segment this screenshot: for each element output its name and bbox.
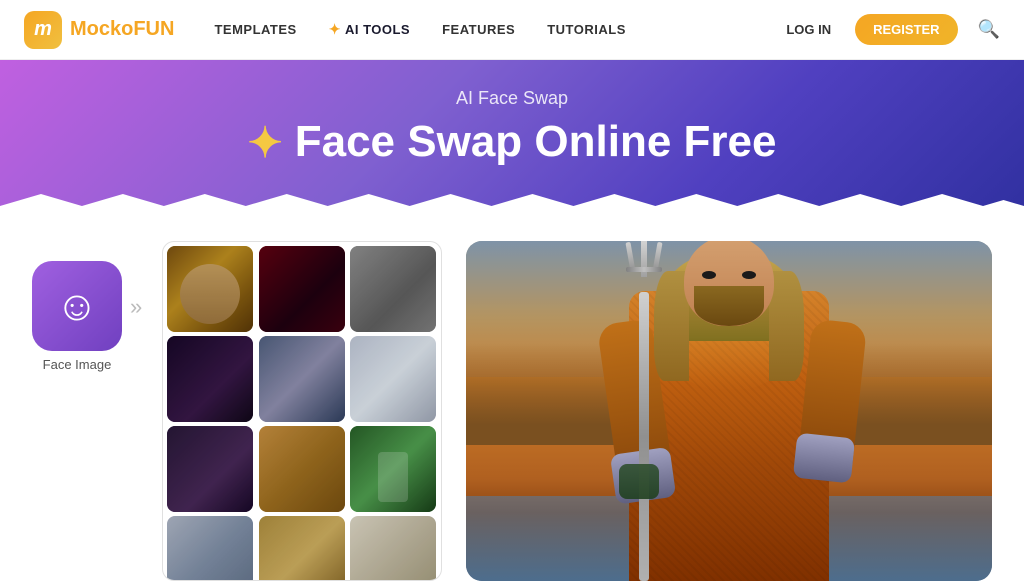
logo-text: MockoFUN (70, 18, 174, 41)
arrow-right-icon: » (130, 294, 138, 320)
template-cell[interactable] (259, 336, 345, 422)
hero-star-icon: ✦ (248, 118, 283, 167)
template-grid-container[interactable] (162, 241, 442, 581)
template-cell[interactable] (350, 336, 436, 422)
template-cell[interactable] (350, 516, 436, 581)
trident-handle (639, 292, 649, 581)
hero-banner: AI Face Swap ✦ Face Swap Online Free (0, 60, 1024, 217)
login-button[interactable]: LOG IN (774, 16, 843, 43)
nav-tutorials[interactable]: TUTORIALS (547, 22, 626, 37)
template-cell[interactable] (350, 246, 436, 332)
template-grid (163, 242, 441, 581)
header-actions: LOG IN REGISTER 🔍 (774, 14, 1000, 45)
logo[interactable]: m MockoFUN (24, 11, 174, 49)
template-cell[interactable] (167, 336, 253, 422)
face-image-label: Face Image (43, 357, 112, 372)
search-icon[interactable]: 🔍 (978, 19, 1000, 40)
nav-ai-tools-label: AI TOOLS (345, 22, 410, 37)
logo-icon: m (24, 11, 62, 49)
register-button[interactable]: REGISTER (855, 14, 957, 45)
hero-title-text: Face Swap Online Free (295, 117, 777, 167)
aquaman-glove (619, 464, 659, 499)
hero-subtitle: AI Face Swap (0, 88, 1024, 109)
hero-title: ✦ Face Swap Online Free (0, 117, 1024, 167)
template-cell[interactable] (259, 246, 345, 332)
header: m MockoFUN TEMPLATES ✦ AI TOOLS FEATURES… (0, 0, 1024, 60)
template-cell[interactable] (259, 426, 345, 512)
face-image-card[interactable]: ☺ (32, 261, 122, 351)
template-cell[interactable] (167, 426, 253, 512)
template-cell[interactable] (167, 246, 253, 332)
nav-features[interactable]: FEATURES (442, 22, 515, 37)
face-image-panel: ☺ Face Image » (32, 261, 138, 372)
main-content: ☺ Face Image » (0, 217, 1024, 581)
result-image (466, 241, 992, 581)
nav-templates[interactable]: TEMPLATES (214, 22, 296, 37)
ai-star-icon: ✦ (329, 21, 341, 38)
nav-ai-tools[interactable]: ✦ AI TOOLS (329, 21, 410, 38)
aquaman-face (684, 241, 774, 326)
template-cell[interactable] (350, 426, 436, 512)
template-cell[interactable] (259, 516, 345, 581)
template-cell[interactable] (167, 516, 253, 581)
main-nav: TEMPLATES ✦ AI TOOLS FEATURES TUTORIALS (214, 21, 774, 38)
face-smiley-icon: ☺ (56, 282, 99, 330)
